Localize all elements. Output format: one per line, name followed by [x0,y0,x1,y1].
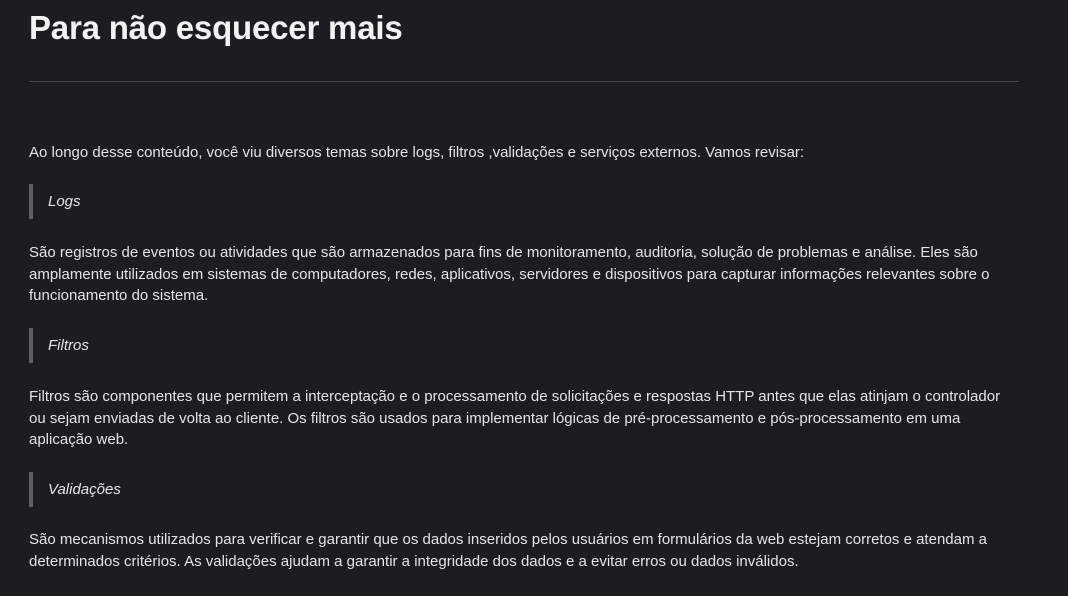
section-heading-label: Filtros [48,337,89,354]
section-heading-logs: Logs [29,184,329,219]
section-text-validacoes: São mecanismos utilizados para verificar… [29,531,987,570]
section-heading-validacoes: Validações [29,472,329,507]
page-title: Para não esquecer mais [29,9,403,46]
section-heading-label: Logs [48,193,81,210]
title-divider [29,81,1019,82]
section-text-logs: São registros de eventos ou atividades q… [29,244,990,304]
intro-paragraph: Ao longo desse conteúdo, você viu divers… [29,144,805,161]
section-heading-filtros: Filtros [29,328,329,363]
section-text-filtros: Filtros são componentes que permitem a i… [29,388,1001,448]
section-heading-label: Validações [48,481,121,498]
